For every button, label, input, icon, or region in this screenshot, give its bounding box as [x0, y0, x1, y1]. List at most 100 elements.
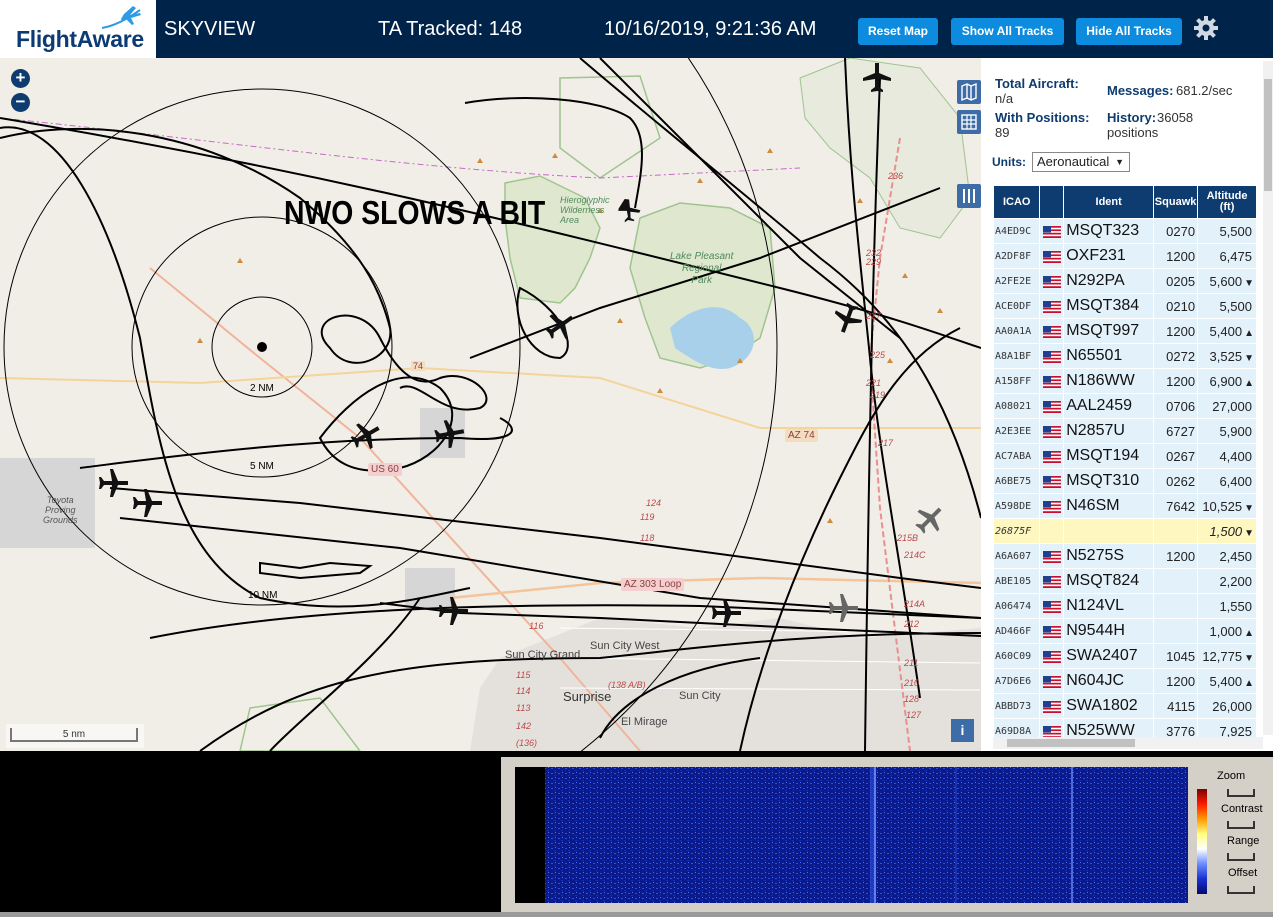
aircraft-row[interactable]: A60C09 SWA2407 1045 12,775 ▼ — [994, 644, 1256, 668]
aircraft-row[interactable]: A8A1BF N65501 0272 3,525 ▼ — [994, 344, 1256, 368]
icao-cell: A6BE75 — [994, 469, 1040, 493]
contrast-slider[interactable] — [1227, 821, 1255, 829]
altitude-cell: 10,525 ▼ — [1198, 494, 1256, 518]
gear-icon[interactable] — [1193, 15, 1219, 41]
icao-cell: A60C09 — [994, 644, 1040, 668]
flightaware-logo[interactable]: FlightAware — [0, 0, 156, 58]
aircraft-row[interactable]: A6A607 N5275S 1200 2,450 — [994, 544, 1256, 568]
history-value: 36058 positions — [1107, 110, 1194, 140]
aircraft-row[interactable]: A4ED9C MSQT323 0270 5,500 — [994, 219, 1256, 243]
lake-pleasant-label: Lake Pleasant Regional Park — [670, 251, 734, 286]
units-select[interactable]: Aeronautical ▼ — [1032, 152, 1130, 172]
aircraft-row[interactable]: AC7ABA MSQT194 0267 4,400 — [994, 444, 1256, 468]
altitude-trend-icon: ▲ — [1244, 327, 1254, 339]
total-aircraft-value: n/a — [995, 91, 1014, 106]
altitude-value: 5,900 — [1219, 423, 1252, 439]
flag-cell — [1040, 594, 1064, 618]
icao-cell: AD466F — [994, 619, 1040, 643]
flag-cell — [1040, 694, 1064, 718]
flag-cell — [1040, 469, 1064, 493]
flag-cell — [1040, 269, 1064, 293]
aircraft-row[interactable]: ACE0DF MSQT384 0210 5,500 — [994, 294, 1256, 318]
zoom-in-button[interactable]: + — [11, 69, 30, 88]
aircraft-row[interactable]: AD466F N9544H 1,000 ▲ — [994, 619, 1256, 643]
us-flag-icon — [1042, 224, 1061, 239]
icao-cell: A2DF8F — [994, 244, 1040, 268]
units-label: Units: — [992, 155, 1026, 169]
route74-label: 74 — [411, 361, 426, 371]
aircraft-row[interactable]: A2DF8F OXF231 1200 6,475 — [994, 244, 1256, 268]
waterfall-canvas — [545, 767, 1188, 903]
flag-cell — [1040, 444, 1064, 468]
range-label-5nm: 5 NM — [250, 461, 274, 472]
logo-text: FlightAware — [16, 26, 144, 52]
altitude-cell: 5,600 ▼ — [1198, 269, 1256, 293]
toggle-sidebar-icon[interactable] — [957, 184, 981, 208]
reset-map-button[interactable]: Reset Map — [858, 18, 938, 45]
squawk-cell: 0706 — [1154, 394, 1198, 418]
grid-overlay-icon[interactable] — [957, 110, 981, 134]
altitude-column-header[interactable]: Altitude (ft) — [1198, 186, 1256, 218]
flag-column-header[interactable] — [1040, 186, 1064, 218]
ident-column-header[interactable]: Ident — [1064, 186, 1154, 218]
altitude-cell: 26,000 — [1198, 694, 1256, 718]
vertical-scrollbar[interactable] — [1263, 61, 1273, 735]
icao-column-header[interactable]: ICAO — [994, 186, 1040, 218]
road-number-label: 225 — [870, 350, 886, 360]
icao-cell: A08021 — [994, 394, 1040, 418]
road-number-label: 127 — [906, 710, 922, 720]
aircraft-row[interactable]: ABBD73 SWA1802 4115 26,000 — [994, 694, 1256, 718]
altitude-cell: 1,550 — [1198, 594, 1256, 618]
sun-city-grand-label: Sun City Grand — [505, 649, 581, 661]
aircraft-row[interactable]: A08021 AAL2459 0706 27,000 — [994, 394, 1256, 418]
altitude-value: 2,200 — [1219, 573, 1252, 589]
squawk-cell: 0272 — [1154, 344, 1198, 368]
altitude-trend-icon: ▲ — [1244, 677, 1254, 689]
tracked-count: TA Tracked: 148 — [378, 18, 523, 40]
range-slider[interactable] — [1227, 853, 1255, 861]
ident-cell: N5275S — [1064, 544, 1154, 568]
aircraft-row[interactable]: A158FF N186WW 1200 6,900 ▲ — [994, 369, 1256, 393]
aircraft-table-body: A4ED9C MSQT323 0270 5,500 A2DF8F OXF231 1200 6,… — [994, 219, 1256, 743]
aircraft-row[interactable]: A2E3EE N2857U 6727 5,900 — [994, 419, 1256, 443]
show-all-tracks-button[interactable]: Show All Tracks — [951, 18, 1064, 45]
horizontal-scrollbar[interactable] — [993, 737, 1263, 749]
ident-cell: N46SM — [1064, 494, 1154, 518]
squawk-cell: 0270 — [1154, 219, 1198, 243]
aircraft-row[interactable]: A598DE N46SM 7642 10,525 ▼ — [994, 494, 1256, 518]
offset-slider[interactable] — [1227, 886, 1255, 894]
header-bar: FlightAware SKYVIEW TA Tracked: 148 10/1… — [0, 0, 1273, 58]
us-flag-icon — [1042, 649, 1061, 664]
aircraft-row[interactable]: A06474 N124VL 1,550 — [994, 594, 1256, 618]
map-layers-icon[interactable] — [957, 80, 981, 104]
altitude-cell: 5,900 — [1198, 419, 1256, 443]
flag-cell — [1040, 544, 1064, 568]
messages-value: 681.2/sec — [1176, 83, 1233, 98]
icao-cell: ABE105 — [994, 569, 1040, 593]
aircraft-row[interactable]: AA0A1A MSQT997 1200 5,400 ▲ — [994, 319, 1256, 343]
scrollbar-thumb[interactable] — [1007, 739, 1135, 747]
altitude-cell: 5,500 — [1198, 219, 1256, 243]
altitude-cell: 2,450 — [1198, 544, 1256, 568]
aircraft-row[interactable]: A6BE75 MSQT310 0262 6,400 — [994, 469, 1256, 493]
zoom-slider[interactable] — [1227, 789, 1255, 797]
altitude-value: 4,400 — [1219, 448, 1252, 464]
scrollbar-thumb[interactable] — [1264, 79, 1272, 191]
road-number-label: (138 A/B) — [608, 680, 646, 690]
us60-label: US 60 — [368, 463, 402, 476]
range-label-10nm: 10 NM — [248, 590, 278, 601]
map-view[interactable]: NWO SLOWS A BIT 2 NM 5 NM 10 NM Lake Ple… — [0, 58, 981, 751]
aircraft-row[interactable]: 26875F 1,500 ▼ — [994, 519, 1256, 543]
road-number-label: 142 — [516, 721, 532, 731]
zoom-out-button[interactable]: − — [11, 93, 30, 112]
altitude-cell: 1,000 ▲ — [1198, 619, 1256, 643]
aircraft-row[interactable]: ABE105 MSQT824 2,200 — [994, 569, 1256, 593]
squawk-column-header[interactable]: Squawk — [1154, 186, 1198, 218]
ident-cell: N124VL — [1064, 594, 1154, 618]
aircraft-row[interactable]: A2FE2E N292PA 0205 5,600 ▼ — [994, 269, 1256, 293]
altitude-cell: 4,400 — [1198, 444, 1256, 468]
info-button[interactable]: i — [951, 719, 974, 742]
aircraft-row[interactable]: A7D6E6 N604JC 1200 5,400 ▲ — [994, 669, 1256, 693]
squawk-cell: 1200 — [1154, 369, 1198, 393]
hide-all-tracks-button[interactable]: Hide All Tracks — [1076, 18, 1182, 45]
